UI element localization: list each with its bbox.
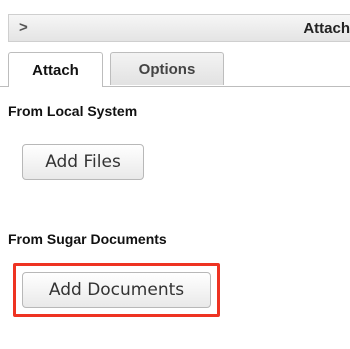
tab-divider [103,86,350,87]
local-system-label: From Local System [8,103,138,119]
tab-attach[interactable]: Attach [8,52,103,87]
add-files-button[interactable]: Add Files [22,144,144,180]
add-documents-button[interactable]: Add Documents [22,272,211,308]
tab-options[interactable]: Options [110,52,224,85]
sugar-documents-label: From Sugar Documents [8,231,167,247]
chevron-right-icon[interactable]: > [19,19,28,36]
panel-title: Attach [303,20,350,37]
panel-header[interactable]: > Attach [8,14,350,42]
tab-divider [0,86,8,87]
